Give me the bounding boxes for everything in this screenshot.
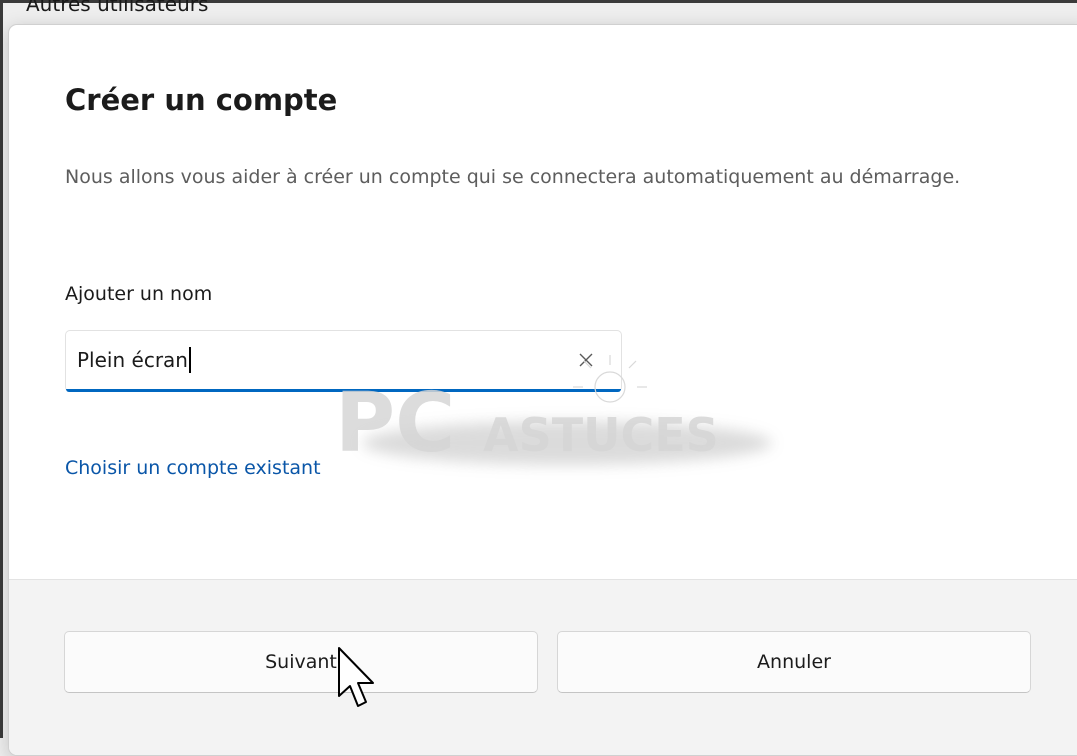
watermark-astuces-text: ASTUCES (483, 408, 719, 462)
window-frame-left (0, 0, 3, 738)
dialog-footer: Suivant Annuler (9, 579, 1077, 755)
choose-existing-account-link[interactable]: Choisir un compte existant (65, 457, 321, 479)
name-field-label: Ajouter un nom (65, 283, 213, 305)
dialog-description: Nous allons vous aider à créer un compte… (65, 166, 961, 188)
input-focus-underline (66, 389, 621, 392)
close-icon (579, 353, 593, 367)
clear-input-button[interactable] (573, 347, 599, 373)
name-input[interactable]: Plein écran (65, 330, 622, 392)
name-input-value: Plein écran (77, 348, 188, 372)
dialog-title: Créer un compte (65, 83, 338, 117)
cancel-button[interactable]: Annuler (557, 631, 1031, 693)
next-button[interactable]: Suivant (64, 631, 538, 693)
background-section-label: Autres utilisateurs (26, 0, 209, 16)
name-input-value-wrap: Plein écran (77, 347, 191, 373)
create-account-dialog: Créer un compte Nous allons vous aider à… (8, 24, 1077, 756)
text-caret (188, 347, 191, 373)
